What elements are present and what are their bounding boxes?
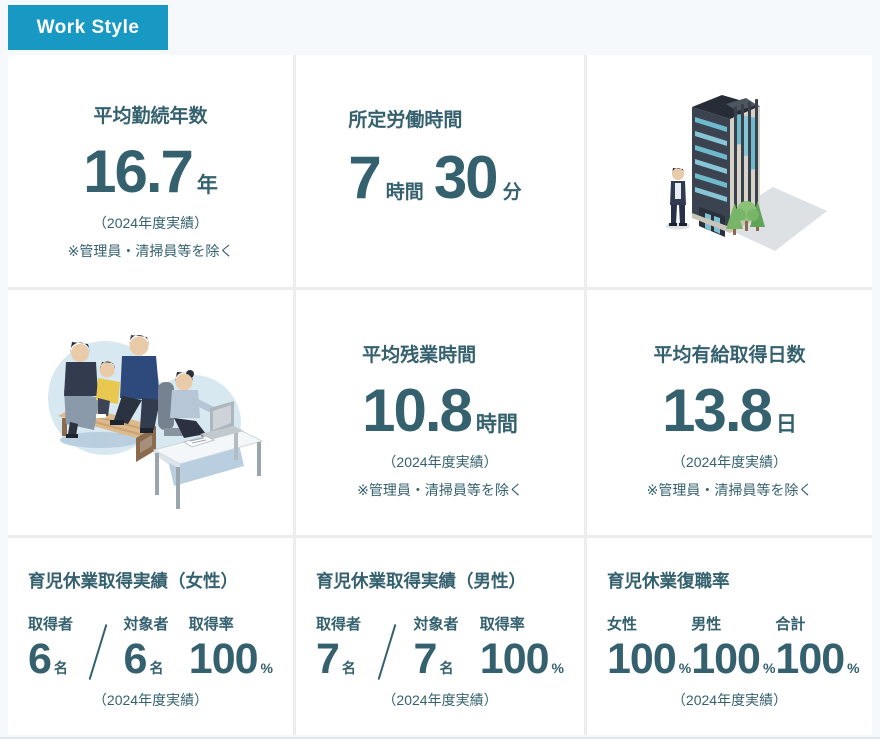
card-childcare-leave-female: 育児休業取得実績（女性） 取得者 6名 対象者 6名 取得率 100% （202…	[8, 538, 293, 735]
stat-label: 対象者	[124, 613, 169, 634]
card-family-illustration	[8, 290, 293, 535]
stat-unit: %	[847, 661, 859, 675]
card-paid-leave-days: 平均有給取得日数 13.8日 （2024年度実績） ※管理員・清掃員等を除く	[587, 290, 872, 535]
card-childcare-leave-male: 育児休業取得実績（男性） 取得者 7名 対象者 7名 取得率 100% （202…	[296, 538, 584, 735]
stat-unit: %	[679, 661, 691, 675]
office-building-illustration	[587, 55, 872, 287]
card-scheduled-working-hours: 所定労働時間 7 時間 30 分	[296, 55, 584, 287]
stats-row: 女性 100% 男性 100% 合計 100%	[607, 613, 852, 681]
stat-unit: %	[763, 661, 775, 675]
stat-value-row: 13.8日	[587, 381, 872, 441]
stat-unit: %	[261, 661, 273, 675]
stat-minutes-value: 30	[434, 148, 497, 208]
stat-label: 男性	[691, 613, 775, 634]
card-title: 平均有給取得日数	[587, 340, 872, 367]
work-style-stats-grid: 平均勤続年数 16.7年 （2024年度実績） ※管理員・清掃員等を除く 所定労…	[8, 55, 872, 735]
stat-value: 7	[316, 638, 339, 681]
stat-label: 対象者	[414, 613, 459, 634]
stat-value: 16.7	[83, 138, 192, 205]
stat-value: 100	[607, 638, 676, 681]
stat-value: 7	[414, 638, 437, 681]
stat-unit: 名	[54, 661, 68, 675]
stat-value: 100	[189, 638, 258, 681]
stat-value: 100	[691, 638, 760, 681]
card-average-tenure: 平均勤続年数 16.7年 （2024年度実績） ※管理員・清掃員等を除く	[8, 55, 293, 287]
stat-note-year: （2024年度実績）	[296, 452, 584, 472]
section-tab-work-style: Work Style	[8, 5, 168, 50]
stats-row: 取得者 6名 対象者 6名 取得率 100%	[28, 613, 273, 681]
card-title: 平均残業時間	[362, 340, 518, 367]
stat-label: 取得者	[316, 613, 361, 634]
stat-note-year: （2024年度実績）	[8, 213, 293, 233]
stat-acquirers: 取得者 7名	[316, 613, 361, 681]
card-title: 平均勤続年数	[8, 101, 293, 128]
stat-label: 取得率	[189, 613, 273, 634]
stat-value-row: 10.8時間	[362, 381, 518, 441]
card-content: 所定労働時間 7 時間 30 分	[348, 105, 531, 208]
businessman-figure	[666, 168, 690, 230]
card-title: 所定労働時間	[348, 105, 531, 132]
stat-label: 取得者	[28, 613, 73, 634]
card-average-overtime: 平均残業時間 10.8時間 （2024年度実績） ※管理員・清掃員等を除く	[296, 290, 584, 535]
stat-note-exclusion: ※管理員・清掃員等を除く	[587, 480, 872, 500]
stat-value-row: 16.7年	[8, 142, 293, 202]
stat-acquisition-rate: 取得率 100%	[480, 613, 564, 681]
stat-unit: 名	[439, 661, 453, 675]
stat-unit: 名	[149, 661, 163, 675]
stats-row: 取得者 7名 対象者 7名 取得率 100%	[316, 613, 564, 681]
stat-acquirers: 取得者 6名	[28, 613, 73, 681]
slash-divider	[89, 624, 108, 680]
illustration-wrapper	[8, 290, 293, 535]
card-title: 育児休業復職率	[607, 568, 852, 593]
stat-unit: 日	[776, 413, 797, 436]
stat-acquisition-rate: 取得率 100%	[189, 613, 273, 681]
stat-note-year: （2024年度実績）	[607, 690, 852, 710]
stat-total: 合計 100%	[775, 613, 859, 681]
stat-label: 合計	[775, 613, 859, 634]
card-title: 育児休業取得実績（女性）	[28, 568, 273, 593]
stat-label: 取得率	[480, 613, 564, 634]
stat-unit: 名	[342, 661, 356, 675]
stat-value: 6	[124, 638, 147, 681]
stat-unit: %	[552, 661, 564, 675]
stat-value: 100	[775, 638, 844, 681]
stat-eligible: 対象者 6名	[124, 613, 169, 681]
slash-divider	[378, 624, 397, 680]
stat-value: 100	[480, 638, 549, 681]
stat-note-year: （2024年度実績）	[316, 690, 564, 710]
stat-note-exclusion: ※管理員・清掃員等を除く	[296, 480, 584, 500]
card-title: 育児休業取得実績（男性）	[316, 568, 564, 593]
stat-note-exclusion: ※管理員・清掃員等を除く	[8, 241, 293, 261]
stat-value-row: 7 時間 30 分	[348, 148, 531, 208]
stat-hours-value: 7	[348, 148, 379, 208]
stat-hours-unit: 時間	[386, 183, 424, 202]
stat-note-year: （2024年度実績）	[28, 690, 273, 710]
section-tab-label: Work Style	[37, 17, 140, 39]
stat-note-year: （2024年度実績）	[587, 452, 872, 472]
stat-label: 女性	[607, 613, 691, 634]
family-and-work-illustration	[8, 290, 293, 535]
stat-value: 10.8	[362, 377, 471, 444]
stat-value: 13.8	[662, 377, 771, 444]
stat-minutes-unit: 分	[503, 183, 522, 202]
illustration-wrapper	[587, 55, 872, 287]
stat-female: 女性 100%	[607, 613, 691, 681]
stat-male: 男性 100%	[691, 613, 775, 681]
stat-value: 6	[28, 638, 51, 681]
card-childcare-return-rate: 育児休業復職率 女性 100% 男性 100% 合計 100% （2024年度実…	[587, 538, 872, 735]
stat-unit: 時間	[476, 413, 518, 436]
card-building-illustration	[587, 55, 872, 287]
stat-unit: 年	[197, 174, 218, 197]
card-content: 平均残業時間 10.8時間	[362, 340, 518, 441]
stat-eligible: 対象者 7名	[414, 613, 459, 681]
